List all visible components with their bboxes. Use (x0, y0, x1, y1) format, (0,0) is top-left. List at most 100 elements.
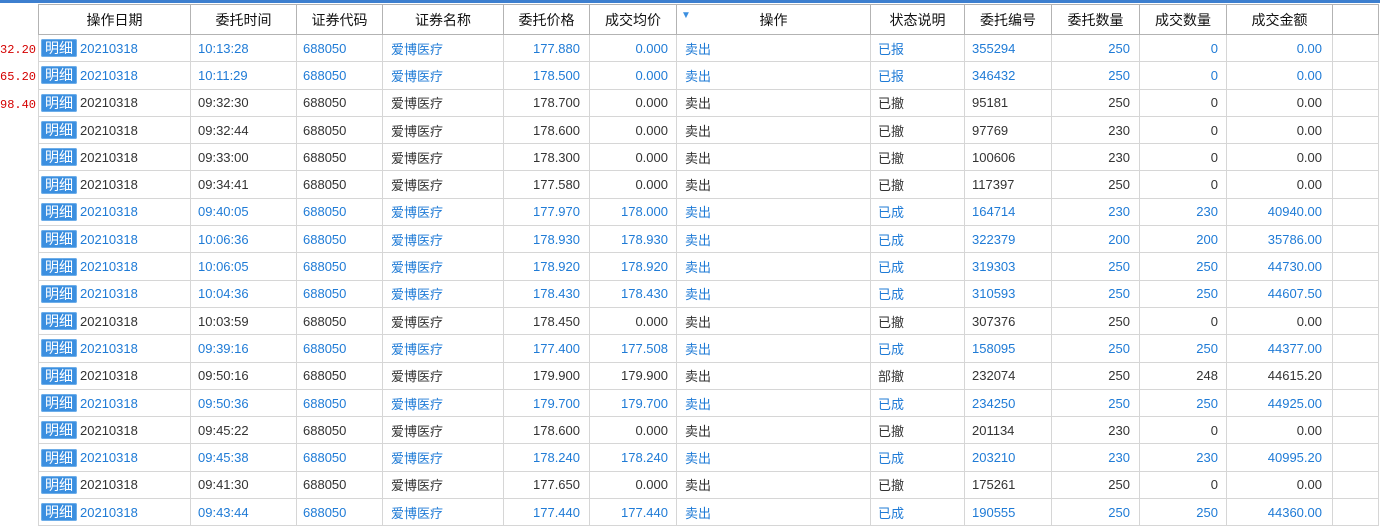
cell-price: 177.580 (503, 170, 590, 199)
detail-button[interactable]: 明细 (41, 93, 77, 112)
detail-button[interactable]: 明细 (41, 284, 77, 303)
cell-action: 卖出 (676, 470, 871, 500)
table-row[interactable]: 明细 20210318 09:33:00 688050 爱博医疗 178.300 0.000… (38, 143, 1379, 172)
order-date: 20210318 (80, 149, 138, 165)
detail-button[interactable]: 明细 (41, 257, 77, 276)
cell-name: 爱博医疗 (382, 225, 504, 254)
cell-time: 09:32:44 (190, 115, 297, 145)
table-row[interactable]: 明细 20210318 10:04:36 688050 爱博医疗 178.430 178.4… (38, 279, 1379, 308)
detail-button[interactable]: 明细 (41, 421, 77, 440)
cell-status: 已成 (870, 498, 965, 527)
cell-action: 卖出 (676, 388, 871, 418)
cell-qty: 200 (1051, 225, 1140, 254)
detail-button[interactable]: 明细 (41, 66, 77, 85)
table-row[interactable]: 明细 20210318 09:34:41 688050 爱博医疗 177.580 0.000… (38, 170, 1379, 199)
cell-qty: 230 (1051, 115, 1140, 145)
cell-name: 爱博医疗 (382, 361, 504, 390)
cell-empty (1332, 197, 1379, 227)
cell-time: 10:06:36 (190, 225, 297, 254)
cell-empty (1332, 225, 1379, 254)
detail-button[interactable]: 明细 (41, 503, 77, 522)
table-row[interactable]: 明细 20210318 09:43:44 688050 爱博医疗 177.440 177.4… (38, 498, 1379, 527)
cell-order-no: 190555 (964, 498, 1052, 527)
cell-time: 09:33:00 (190, 143, 297, 172)
col-header-filled-qty[interactable]: 成交数量 (1139, 4, 1227, 35)
cell-name: 爱博医疗 (382, 33, 504, 63)
cell-filled-qty: 250 (1139, 252, 1227, 281)
cell-code: 688050 (296, 197, 383, 227)
col-header-qty[interactable]: 委托数量 (1051, 4, 1140, 35)
table-row[interactable]: 明细 20210318 09:45:38 688050 爱博医疗 178.240 178.2… (38, 443, 1379, 472)
cell-order-no: 307376 (964, 306, 1052, 336)
cell-time: 09:39:16 (190, 334, 297, 363)
detail-button[interactable]: 明细 (41, 121, 77, 140)
col-header-price[interactable]: 委托价格 (503, 4, 590, 35)
col-header-time[interactable]: 委托时间 (190, 4, 297, 35)
cell-price: 177.440 (503, 498, 590, 527)
order-date: 20210318 (80, 122, 138, 138)
cell-qty: 250 (1051, 334, 1140, 363)
cell-qty: 250 (1051, 388, 1140, 418)
cell-code: 688050 (296, 361, 383, 390)
cell-code: 688050 (296, 279, 383, 308)
table-row[interactable]: 明细 20210318 09:32:30 688050 爱博医疗 178.700 0.000… (38, 88, 1379, 117)
cell-status: 已撤 (870, 88, 965, 117)
cell-date: 明细 20210318 (38, 416, 191, 445)
col-header-code[interactable]: 证券代码 (296, 4, 383, 35)
table-row[interactable]: 明细 20210318 10:06:36 688050 爱博医疗 178.930 178.9… (38, 225, 1379, 254)
table-row[interactable]: 明细 20210318 10:13:28 688050 爱博医疗 177.880 0.000… (38, 33, 1379, 63)
detail-button[interactable]: 明细 (41, 475, 77, 494)
detail-button[interactable]: 明细 (41, 339, 77, 358)
cell-empty (1332, 88, 1379, 117)
table-row[interactable]: 明细 20210318 09:45:22 688050 爱博医疗 178.600 0.000… (38, 416, 1379, 445)
cell-time: 10:06:05 (190, 252, 297, 281)
table-row[interactable]: 明细 20210318 10:11:29 688050 爱博医疗 178.500 0.000… (38, 61, 1379, 90)
cell-status: 已撤 (870, 115, 965, 145)
cell-price: 177.400 (503, 334, 590, 363)
cell-date: 明细 20210318 (38, 443, 191, 472)
col-header-amount[interactable]: 成交金额 (1226, 4, 1333, 35)
cell-amount: 0.00 (1226, 306, 1333, 336)
table-row[interactable]: 明细 20210318 09:32:44 688050 爱博医疗 178.600 0.000… (38, 115, 1379, 145)
detail-button[interactable]: 明细 (41, 448, 77, 467)
cell-order-no: 158095 (964, 334, 1052, 363)
cell-price: 178.300 (503, 143, 590, 172)
detail-button[interactable]: 明细 (41, 394, 77, 412)
table-row[interactable]: 明细 20210318 09:39:16 688050 爱博医疗 177.400 177.5… (38, 334, 1379, 363)
detail-button[interactable]: 明细 (41, 202, 77, 221)
cell-filled-qty: 0 (1139, 88, 1227, 117)
table-row[interactable]: 明细 20210318 10:03:59 688050 爱博医疗 178.450 0.000… (38, 306, 1379, 336)
detail-button[interactable]: 明细 (41, 39, 77, 58)
cell-empty (1332, 416, 1379, 445)
detail-button[interactable]: 明细 (41, 175, 77, 194)
table-row[interactable]: 明细 20210318 10:06:05 688050 爱博医疗 178.920 178.9… (38, 252, 1379, 281)
cell-date: 明细 20210318 (38, 279, 191, 308)
cell-date: 明细 20210318 (38, 115, 191, 145)
cell-amount: 44607.50 (1226, 279, 1333, 308)
col-header-status[interactable]: 状态说明 (870, 4, 965, 35)
cell-order-no: 164714 (964, 197, 1052, 227)
detail-button[interactable]: 明细 (41, 148, 77, 167)
col-header-name[interactable]: 证券名称 (382, 4, 504, 35)
cell-status: 已成 (870, 443, 965, 472)
cell-name: 爱博医疗 (382, 61, 504, 90)
table-row[interactable]: 明细 20210318 09:40:05 688050 爱博医疗 177.970 178.0… (38, 197, 1379, 227)
cell-status: 已报 (870, 33, 965, 63)
detail-button[interactable]: 明细 (41, 312, 77, 331)
cell-time: 10:04:36 (190, 279, 297, 308)
table-row[interactable]: 明细 20210318 09:50:36 688050 爱博医疗 179.700 179.7… (38, 388, 1379, 418)
cell-time: 09:45:38 (190, 443, 297, 472)
cell-time: 09:32:30 (190, 88, 297, 117)
table-row[interactable]: 明细 20210318 09:50:16 688050 爱博医疗 179.900 179.9… (38, 361, 1379, 390)
table-row[interactable]: 明细 20210318 09:41:30 688050 爱博医疗 177.650 0.000… (38, 470, 1379, 500)
detail-button[interactable]: 明细 (41, 230, 77, 249)
col-header-avg-price[interactable]: 成交均价 (589, 4, 677, 35)
detail-button[interactable]: 明细 (41, 366, 77, 385)
col-header-action[interactable]: ▼ 操作 (676, 4, 871, 35)
col-header-order-no[interactable]: 委托编号 (964, 4, 1052, 35)
cell-filled-qty: 250 (1139, 334, 1227, 363)
order-date: 20210318 (80, 450, 138, 466)
cell-code: 688050 (296, 252, 383, 281)
cell-date: 明细 20210318 (38, 388, 191, 418)
col-header-date[interactable]: 操作日期 (38, 4, 191, 35)
